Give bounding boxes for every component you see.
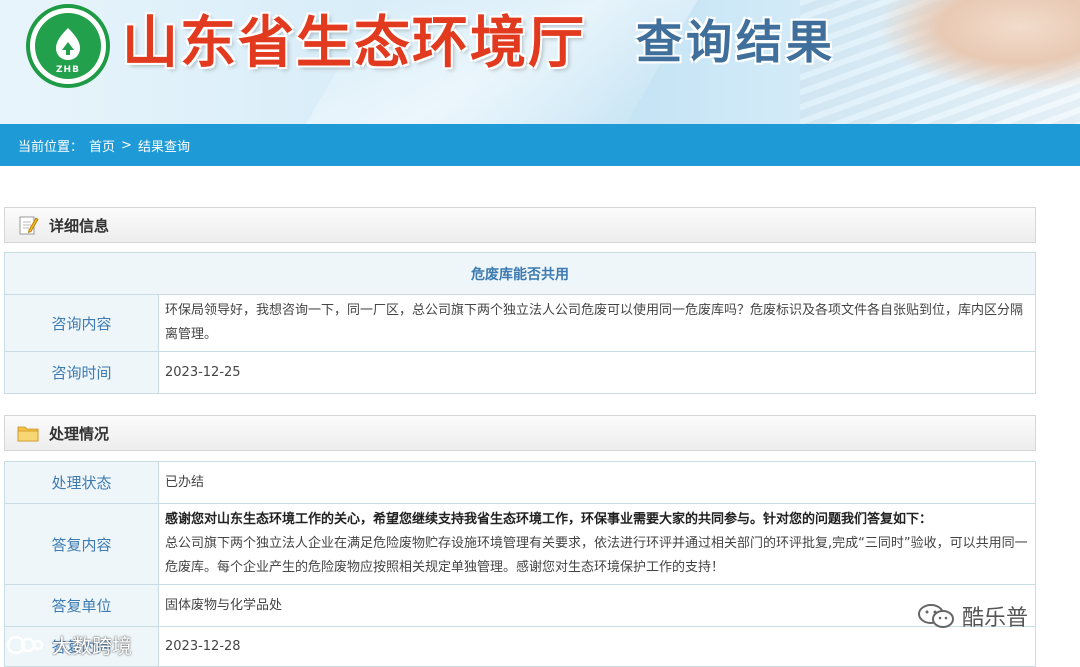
logo-text: ZHB bbox=[56, 65, 80, 75]
handling-section-label: 处理情况 bbox=[49, 424, 110, 443]
breadcrumb-prefix: 当前位置： bbox=[18, 139, 84, 155]
handling-table: 处理状态 已办结 答复内容 感谢您对山东生态环境工作的关心，希望您继续支持我省生… bbox=[4, 461, 1036, 667]
folder-icon bbox=[17, 426, 39, 442]
wechat-icon bbox=[918, 604, 954, 628]
reply-time-value: 2023-12-28 bbox=[158, 626, 1036, 667]
reply-intro: 感谢您对山东生态环境工作的关心，希望您继续支持我省生态环境工作，环保事业需要大家… bbox=[165, 512, 933, 527]
department-logo[interactable]: ZHB bbox=[26, 4, 110, 88]
consult-content-label: 咨询内容 bbox=[4, 294, 159, 352]
logo-emblem-icon: ZHB bbox=[35, 13, 101, 79]
consultation-title: 危废库能否共用 bbox=[4, 252, 1036, 295]
detail-section-header: 详细信息 bbox=[4, 207, 1036, 243]
watermark-left: 大数跨境 bbox=[6, 630, 132, 659]
breadcrumb-separator: > bbox=[121, 137, 132, 153]
consult-time-value: 2023-12-25 bbox=[158, 351, 1036, 394]
table-row: 咨询时间 2023-12-25 bbox=[4, 351, 1036, 394]
detail-table: 危废库能否共用 咨询内容 环保局领导好，我想咨询一下，同一厂区，总公司旗下两个独… bbox=[4, 252, 1036, 394]
reply-content-value: 感谢您对山东生态环境工作的关心，希望您继续支持我省生态环境工作，环保事业需要大家… bbox=[158, 503, 1036, 585]
detail-section-label: 详细信息 bbox=[49, 216, 110, 235]
status-value: 已办结 bbox=[158, 461, 1036, 504]
table-row: 答复单位 固体废物与化学品处 bbox=[4, 584, 1036, 627]
table-row: 答复内容 感谢您对山东生态环境工作的关心，希望您继续支持我省生态环境工作，环保事… bbox=[4, 503, 1036, 585]
header-banner: ZHB 山东省生态环境厅 查询结果 bbox=[0, 0, 1080, 124]
pencil-icon bbox=[19, 216, 39, 235]
table-row: 咨询内容 环保局领导好，我想咨询一下，同一厂区，总公司旗下两个独立法人公司危废可… bbox=[4, 294, 1036, 352]
table-row: 答复时间 2023-12-28 bbox=[4, 626, 1036, 667]
breadcrumb-home-link[interactable]: 首页 bbox=[89, 136, 115, 155]
status-label: 处理状态 bbox=[4, 461, 159, 504]
breadcrumb-current[interactable]: 结果查询 bbox=[138, 136, 190, 155]
watermark-right: 酷乐普 bbox=[916, 600, 1028, 632]
banner-hand-graphic bbox=[880, 0, 1080, 90]
table-row: 处理状态 已办结 bbox=[4, 461, 1036, 504]
consult-content-value: 环保局领导好，我想咨询一下，同一厂区，总公司旗下两个独立法人公司危废可以使用同一… bbox=[158, 294, 1036, 352]
reply-content-label: 答复内容 bbox=[4, 503, 159, 585]
watermark-right-text: 酷乐普 bbox=[962, 606, 1029, 631]
page-heading: 查询结果 bbox=[636, 15, 836, 69]
reply-body: 总公司旗下两个独立法人企业在满足危险废物贮存设施环境管理有关要求，依法进行环评并… bbox=[165, 536, 1028, 575]
breadcrumb: 当前位置： 首页 > 结果查询 bbox=[0, 124, 1080, 166]
reply-unit-value: 固体废物与化学品处 bbox=[158, 584, 1036, 627]
watermark-logo-icon bbox=[6, 635, 44, 654]
site-title: 山东省生态环境厅 bbox=[122, 11, 586, 76]
consult-time-label: 咨询时间 bbox=[4, 351, 159, 394]
reply-unit-label: 答复单位 bbox=[4, 584, 159, 627]
table-row: 危废库能否共用 bbox=[4, 252, 1036, 295]
watermark-left-text: 大数跨境 bbox=[52, 634, 132, 658]
handling-section-header: 处理情况 bbox=[4, 415, 1036, 451]
